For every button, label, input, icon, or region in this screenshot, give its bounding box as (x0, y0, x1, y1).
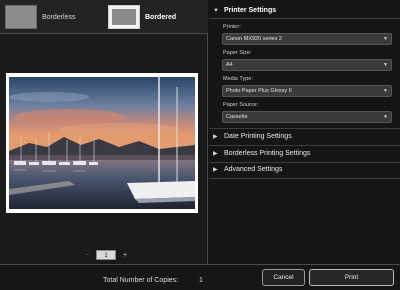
previous-page-button[interactable]: − (84, 252, 90, 259)
printer-select[interactable]: Canon MX920 series 2 ▼ (222, 33, 392, 45)
triangle-right-icon: ▶ (213, 151, 218, 157)
settings-pane: ▼ Printer Settings Printer: Canon MX920 … (209, 0, 400, 264)
triangle-right-icon: ▶ (213, 134, 218, 140)
triangle-right-icon: ▶ (213, 167, 218, 173)
paper-size-label: Paper Size: (223, 50, 252, 56)
printer-settings-title: Printer Settings (224, 7, 277, 14)
total-copies-value: 1 (199, 277, 203, 284)
paper-source-value: Cassette (226, 114, 248, 120)
divider (209, 162, 400, 163)
page-number-field[interactable]: 1 (96, 250, 116, 260)
borderless-printing-settings-title: Borderless Printing Settings (224, 150, 311, 157)
chevron-down-icon: ▼ (383, 62, 388, 68)
cancel-button[interactable]: Cancel (262, 269, 305, 286)
borderless-label: Borderless (42, 13, 76, 21)
bordered-label: Bordered (145, 13, 177, 21)
printer-settings-header[interactable]: ▼ Printer Settings (213, 7, 276, 14)
chevron-down-icon: ▼ (383, 36, 388, 42)
media-type-label: Media Type: (223, 76, 253, 82)
preview-photo (9, 77, 195, 209)
borderless-printing-settings-header[interactable]: ▶ Borderless Printing Settings (213, 150, 310, 157)
layout-selector: Borderless Bordered (0, 0, 208, 34)
bordered-layout-option[interactable]: Bordered (108, 5, 176, 29)
print-button[interactable]: Print (309, 269, 394, 286)
paper-source-select[interactable]: Cassette ▼ (222, 111, 392, 123)
paper-source-label: Paper Source: (223, 102, 259, 108)
next-page-button[interactable]: + (122, 252, 128, 259)
total-copies-label: Total Number of Copies: (103, 277, 179, 284)
paper-size-select[interactable]: A4 ▼ (222, 59, 392, 71)
page-navigator: − 1 + (84, 250, 128, 260)
chevron-down-icon: ▼ (383, 88, 388, 94)
divider (209, 128, 400, 129)
paper-size-value: A4 (226, 62, 233, 68)
divider (209, 145, 400, 146)
advanced-settings-header[interactable]: ▶ Advanced Settings (213, 166, 282, 173)
divider (209, 18, 400, 19)
preview-pane: Borderless Bordered − 1 + (0, 0, 208, 264)
media-type-select[interactable]: Photo Paper Plus Glossy II ▼ (222, 85, 392, 97)
print-preview-page (6, 73, 198, 213)
date-printing-settings-header[interactable]: ▶ Date Printing Settings (213, 133, 292, 140)
media-type-value: Photo Paper Plus Glossy II (226, 88, 292, 94)
bordered-thumbnail-icon (108, 5, 140, 29)
footer-bar: Total Number of Copies: 1 Cancel Print (0, 264, 400, 290)
printer-label: Printer: (223, 24, 241, 30)
printer-value: Canon MX920 series 2 (226, 36, 282, 42)
divider (209, 178, 400, 179)
advanced-settings-title: Advanced Settings (224, 166, 283, 173)
triangle-down-icon: ▼ (213, 7, 219, 14)
borderless-layout-option[interactable]: Borderless (5, 5, 75, 29)
date-printing-settings-title: Date Printing Settings (224, 133, 292, 140)
borderless-thumbnail-icon (5, 5, 37, 29)
chevron-down-icon: ▼ (383, 114, 388, 120)
